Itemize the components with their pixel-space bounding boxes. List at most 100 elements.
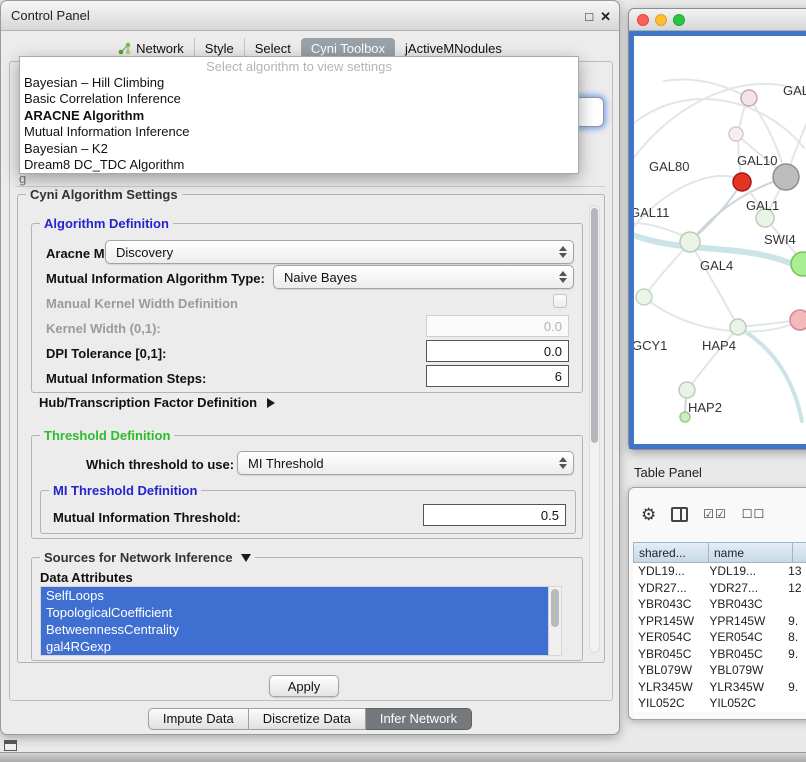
cell — [783, 662, 806, 679]
attribute-list-scrollbar[interactable] — [548, 587, 561, 655]
table-row[interactable]: YBL079W YBL079W — [633, 662, 806, 679]
network-node-red[interactable] — [733, 173, 751, 191]
attribute-item-selected[interactable]: SelfLoops — [41, 587, 548, 604]
network-node[interactable] — [729, 127, 743, 141]
table-row[interactable]: YDR27... YDR27... 12 — [633, 580, 806, 597]
mi-algorithm-type-select[interactable]: Naive Bayes — [273, 265, 574, 289]
cell: YBR043C — [704, 596, 783, 613]
network-node[interactable] — [636, 289, 652, 305]
cell: YDR27... — [704, 580, 783, 597]
collapsed-panel-icon[interactable] — [4, 740, 17, 751]
dropdown-item[interactable]: Bayesian – Hill Climbing — [20, 75, 578, 91]
node-label: GAL7 — [783, 83, 806, 98]
combo-stepper-icon — [559, 452, 567, 474]
network-tab-icon — [118, 42, 131, 55]
table-row[interactable]: YDL19... YDL19... 13 — [633, 563, 806, 580]
tab-discretize-data[interactable]: Discretize Data — [249, 708, 366, 730]
manual-kernel-label: Manual Kernel Width Definition — [46, 296, 238, 311]
gear-icon[interactable]: ⚙ — [641, 506, 656, 523]
minimize-traffic-light-icon[interactable] — [655, 14, 667, 26]
cell: YBR043C — [633, 596, 704, 613]
attribute-item-selected[interactable]: BetweennessCentrality — [41, 621, 548, 638]
attribute-list-scrollbar-thumb[interactable] — [551, 589, 559, 627]
network-node[interactable] — [680, 232, 700, 252]
hub-transcription-section-header[interactable]: Hub/Transcription Factor Definition — [39, 395, 275, 410]
cell: 9. — [783, 646, 806, 663]
control-panel-titlebar: Control Panel □ ✕ — [1, 1, 619, 31]
cell: YDL19... — [704, 563, 783, 580]
cell: YLR345W — [633, 679, 704, 696]
select-all-checkboxes-icon[interactable]: ☑☑ — [703, 507, 727, 521]
columns-icon[interactable] — [671, 507, 688, 522]
node-label: SWI4 — [764, 232, 796, 247]
table-row[interactable]: YBR045C YBR045C 9. — [633, 646, 806, 663]
cell: 13 — [783, 563, 806, 580]
apply-button[interactable]: Apply — [269, 675, 339, 697]
network-graph: GAL7 GAL80 GAL10 GAL11 GAL1 SWI4 GAL4 GC… — [634, 36, 806, 449]
close-icon[interactable]: ✕ — [600, 10, 611, 23]
column-header[interactable]: shared... — [633, 542, 709, 563]
deselect-all-checkboxes-icon[interactable]: ☐☐ — [742, 507, 766, 521]
table-row[interactable]: YPR145W YPR145W 9. — [633, 613, 806, 630]
network-window-titlebar — [629, 9, 806, 31]
dropdown-item-selected[interactable]: ARACNE Algorithm — [20, 108, 578, 124]
mi-algorithm-type-label: Mutual Information Algorithm Type: — [46, 271, 265, 286]
network-node[interactable] — [679, 382, 695, 398]
minimize-icon[interactable]: □ — [585, 10, 593, 23]
cell: 9. — [783, 679, 806, 696]
settings-scrollbar[interactable] — [589, 205, 600, 653]
obscured-divider — [15, 186, 605, 187]
dropdown-item[interactable]: Mutual Information Inference — [20, 124, 578, 140]
which-threshold-select[interactable]: MI Threshold — [237, 451, 574, 475]
sources-header[interactable]: Sources for Network Inference — [40, 550, 255, 565]
table-header-row: shared... name — [633, 542, 806, 563]
table-row[interactable]: YER054C YER054C 8. — [633, 629, 806, 646]
tab-cyni-toolbox-label: Cyni Toolbox — [311, 41, 385, 56]
tab-discretize-data-label: Discretize Data — [263, 711, 351, 726]
algorithm-definition-title: Algorithm Definition — [40, 216, 173, 231]
tab-jactivemnodules-label: jActiveMNodules — [405, 41, 502, 56]
sources-header-label: Sources for Network Inference — [44, 550, 233, 565]
column-header[interactable]: name — [709, 542, 793, 563]
column-header[interactable] — [793, 542, 806, 563]
attribute-list: SelfLoops TopologicalCoefficient Between… — [40, 586, 562, 656]
settings-group-title: Cyni Algorithm Settings — [26, 187, 182, 202]
attribute-item-selected[interactable]: gal4RGexp — [41, 638, 548, 655]
table-row[interactable]: YIL052C YIL052C — [633, 695, 806, 712]
mi-threshold-definition-title: MI Threshold Definition — [49, 483, 201, 498]
network-canvas[interactable]: GAL7 GAL80 GAL10 GAL11 GAL1 SWI4 GAL4 GC… — [629, 31, 806, 449]
settings-scrollbar-thumb[interactable] — [591, 208, 598, 443]
cell: 12 — [783, 580, 806, 597]
mi-steps-field[interactable] — [426, 365, 569, 387]
node-label: GAL4 — [700, 258, 733, 273]
table-body: YDL19... YDL19... 13 YDR27... YDR27... 1… — [633, 563, 806, 712]
mi-threshold-field[interactable] — [423, 504, 566, 526]
network-node[interactable] — [741, 90, 757, 106]
which-threshold-label: Which threshold to use: — [86, 457, 234, 472]
mi-threshold-definition-group: MI Threshold Definition Mutual Informati… — [40, 490, 576, 534]
attribute-item-selected[interactable]: TopologicalCoefficient — [41, 604, 548, 621]
dropdown-item[interactable]: Basic Correlation Inference — [20, 91, 578, 107]
cell: YER054C — [704, 629, 783, 646]
aracne-mode-select[interactable]: Discovery — [105, 240, 574, 264]
tab-infer-network[interactable]: Infer Network — [366, 708, 472, 730]
tab-impute-data[interactable]: Impute Data — [148, 708, 249, 730]
zoom-traffic-light-icon[interactable] — [673, 14, 685, 26]
network-node-green[interactable] — [791, 252, 806, 276]
window-title: Control Panel — [11, 8, 90, 23]
network-node[interactable] — [730, 319, 746, 335]
network-node-pink[interactable] — [790, 310, 806, 330]
mi-algorithm-type-value: Naive Bayes — [284, 270, 357, 285]
aracne-mode-value: Discovery — [116, 245, 173, 260]
table-row[interactable]: YBR043C YBR043C — [633, 596, 806, 613]
kernel-width-field — [426, 315, 569, 337]
dropdown-item[interactable]: Bayesian – K2 — [20, 141, 578, 157]
dropdown-item[interactable]: Dream8 DC_TDC Algorithm — [20, 157, 578, 173]
table-row[interactable]: YLR345W YLR345W 9. — [633, 679, 806, 696]
combo-stepper-icon — [559, 241, 567, 263]
bottom-status-strip — [0, 752, 806, 762]
network-edge — [690, 242, 737, 325]
dpi-tolerance-field[interactable] — [426, 340, 569, 362]
close-traffic-light-icon[interactable] — [637, 14, 649, 26]
hub-transcription-label: Hub/Transcription Factor Definition — [39, 395, 257, 410]
